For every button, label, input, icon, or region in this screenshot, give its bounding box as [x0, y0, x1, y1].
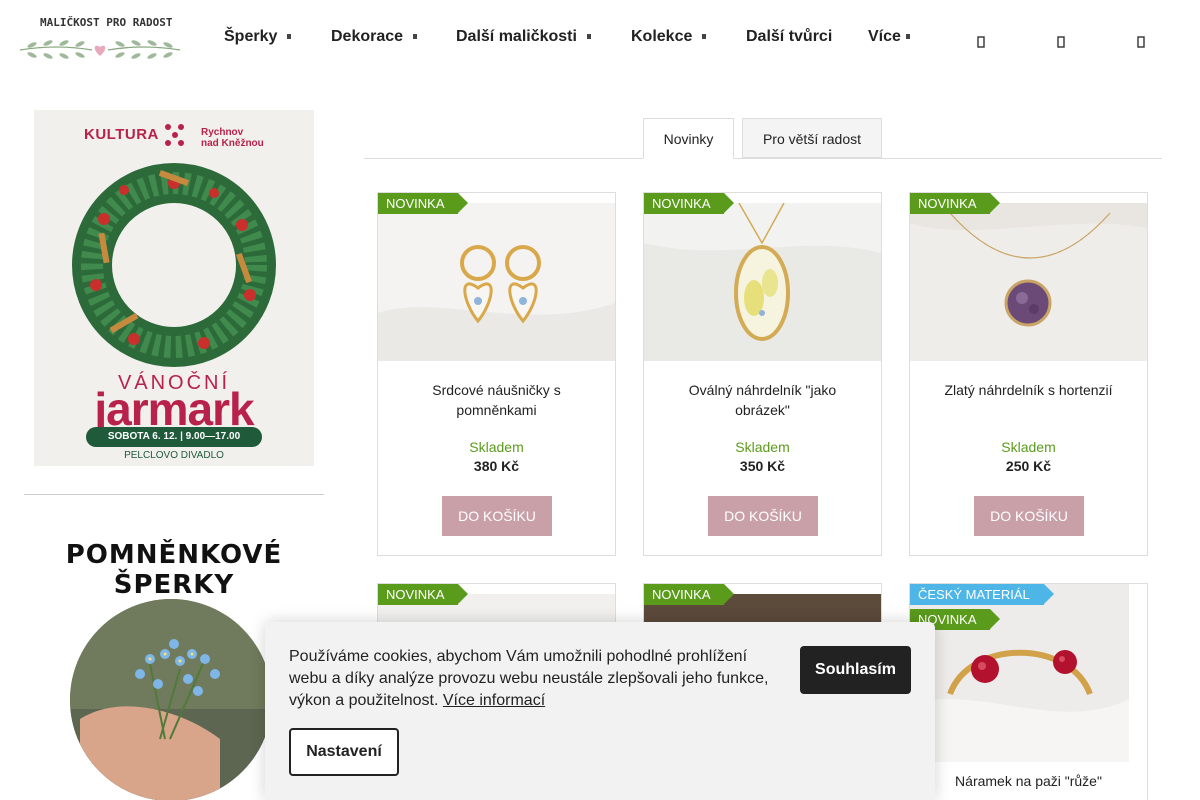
christmas-market-banner[interactable]: KULTURA Rychnov nad Kněžnou VÁNOČNÍ jarm… [34, 110, 314, 466]
product-image[interactable] [378, 203, 615, 361]
hortensia-necklace-photo [910, 203, 1147, 361]
add-to-cart-button[interactable]: DO KOŠÍKU [708, 496, 818, 536]
product-image[interactable] [910, 203, 1147, 361]
nav-item-sperky[interactable]: Šperky [224, 28, 292, 46]
chevron-down-icon [905, 34, 910, 40]
chevron-down-icon [586, 34, 591, 40]
product-price: 350 Kč [739, 458, 786, 474]
banner-date: SOBOTA 6. 12. | 9.00—17.00 [86, 427, 262, 447]
product-card[interactable]: ČESKÝ MATERIÁL NOVINKA Náramek na paži "… [909, 583, 1148, 800]
logo-text: MALIČKOST PRO RADOST [40, 16, 173, 29]
nav-item-dekorace[interactable]: Dekorace [331, 28, 418, 46]
kultura-logo-icon [165, 124, 184, 146]
forget-me-not-photo[interactable] [70, 599, 272, 800]
tab-pro-vetsi-radost[interactable]: Pro větší radost [742, 118, 882, 158]
cookie-more-info-link[interactable]: Více informací [443, 692, 545, 709]
cookie-text: Používáme cookies, abychom Vám umožnili … [289, 648, 769, 709]
nav-item-kolekce[interactable]: Kolekce [631, 28, 707, 46]
forget-me-not-image [70, 599, 272, 800]
banner-org: KULTURA [84, 126, 159, 143]
cookie-settings-button[interactable]: Nastavení [289, 728, 399, 776]
sidebar-heading: POMNĚNKOVÉ ŠPERKY [65, 540, 283, 600]
product-stock: Skladem [1001, 439, 1056, 455]
product-name[interactable]: Srdcové náušničky s pomněnkami [396, 380, 597, 420]
product-tabs: Novinky Pro větší radost [364, 118, 1162, 159]
nav-item-dalsi-malickosti[interactable]: Další maličkosti [456, 28, 591, 46]
new-badge: NOVINKA [378, 584, 468, 605]
nav-item-dalsi-tvurci[interactable]: Další tvůrci [746, 28, 832, 46]
site-logo[interactable]: MALIČKOST PRO RADOST [12, 14, 188, 66]
chevron-down-icon [287, 34, 292, 40]
product-card[interactable]: NOVINKA Zlatý náhrdelník s hortenzií Skl… [909, 192, 1148, 556]
banner-town: Rychnov nad Kněžnou [201, 127, 264, 149]
product-price: 250 Kč [1005, 458, 1052, 474]
new-badge: NOVINKA [644, 193, 734, 214]
new-badge: NOVINKA [644, 584, 734, 605]
sidebar-divider [24, 494, 324, 495]
nav-item-vice[interactable]: Více [868, 28, 910, 46]
product-card[interactable]: NOVINKA Oválný náhrdelník "jako obrázek"… [643, 192, 882, 556]
product-name[interactable]: Oválný náhrdelník "jako obrázek" [662, 380, 863, 420]
cookie-accept-button[interactable]: Souhlasím [800, 646, 911, 694]
cart-icon[interactable] [1137, 35, 1145, 48]
chevron-down-icon [413, 34, 418, 40]
product-stock: Skladem [735, 439, 790, 455]
wreath-image [72, 163, 276, 367]
product-price: 380 Kč [473, 458, 520, 474]
oval-necklace-photo [644, 203, 881, 361]
add-to-cart-button[interactable]: DO KOŠÍKU [442, 496, 552, 536]
cookie-consent-banner: Používáme cookies, abychom Vám umožnili … [265, 622, 935, 800]
product-stock: Skladem [469, 439, 524, 455]
add-to-cart-button[interactable]: DO KOŠÍKU [974, 496, 1084, 536]
product-image[interactable] [644, 203, 881, 361]
product-name[interactable]: Náramek na paži "růže" [928, 771, 1129, 791]
tab-novinky[interactable]: Novinky [643, 118, 734, 159]
chevron-down-icon [702, 34, 707, 40]
czech-material-badge: ČESKÝ MATERIÁL [910, 584, 1054, 605]
user-icon[interactable] [1057, 35, 1065, 48]
new-badge: NOVINKA [910, 193, 1000, 214]
product-card[interactable]: NOVINKA Srdcové náušničky s pomněnkami S… [377, 192, 616, 556]
earrings-photo [378, 203, 615, 361]
search-icon[interactable] [977, 35, 985, 48]
new-badge: NOVINKA [378, 193, 468, 214]
site-header: MALIČKOST PRO RADOST Šperky Dekorace Dal… [0, 0, 1200, 82]
banner-venue: PELCLOVO DIVADLO [124, 450, 224, 461]
product-name[interactable]: Zlatý náhrdelník s hortenzií [928, 380, 1129, 400]
